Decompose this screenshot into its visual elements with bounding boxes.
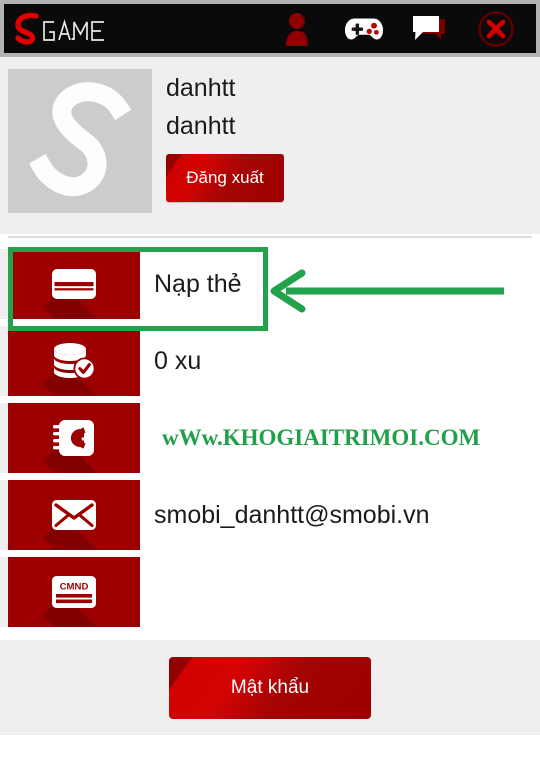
password-button[interactable]: Mật khẩu (169, 656, 371, 719)
profile-display-name: danhtt (166, 74, 236, 102)
address-book-icon-cell (8, 403, 140, 473)
logout-button[interactable]: Đăng xuất (166, 154, 284, 202)
list-item-balance[interactable]: 0 xu (0, 326, 540, 396)
envelope-icon (52, 500, 96, 530)
list-item-id[interactable]: CMND (0, 557, 540, 627)
person-icon[interactable] (278, 9, 318, 49)
balance-body: 0 xu (140, 326, 540, 396)
profile-username: danhtt (166, 112, 236, 140)
credit-card-icon-cell (8, 249, 140, 319)
id-card-icon-cell: CMND (8, 557, 140, 627)
list-item-topup[interactable]: Nạp thẻ (0, 249, 540, 319)
envelope-icon-cell (8, 480, 140, 550)
header-icon-group (278, 4, 532, 53)
profile-section: danhtt danhtt Đăng xuất (0, 57, 540, 234)
list-item-label: 0 xu (154, 346, 202, 375)
avatar[interactable] (8, 69, 152, 213)
list-item-label: wWw.KHOGIAITRIMOI.COM (162, 425, 481, 450)
app-titlebar (0, 0, 540, 57)
list-item-email[interactable]: smobi_danhtt@smobi.vn (0, 480, 540, 550)
account-info-list: Nạp thẻ 0 xu wWw.KHOGIAITRIMOI.COM smobi… (0, 249, 540, 634)
id-card-icon: CMND (52, 576, 96, 608)
app-screen: danhtt danhtt Đăng xuất Nạp thẻ 0 xu wWw… (0, 0, 540, 770)
list-item-contact[interactable]: wWw.KHOGIAITRIMOI.COM (0, 403, 540, 473)
section-divider (8, 236, 532, 238)
sgame-wordmark-icon (15, 12, 104, 45)
gamepad-icon[interactable] (344, 9, 384, 49)
close-circle-icon[interactable] (476, 9, 516, 49)
contact-body: wWw.KHOGIAITRIMOI.COM (140, 403, 540, 473)
email-body: smobi_danhtt@smobi.vn (140, 480, 540, 550)
address-book-icon (53, 420, 94, 456)
coins-check-icon (54, 343, 96, 380)
brand-logo (12, 7, 108, 51)
list-item-label: smobi_danhtt@smobi.vn (154, 500, 430, 529)
avatar-s-logo-icon (29, 82, 132, 197)
topup-body: Nạp thẻ (140, 249, 540, 319)
id-card-caption: CMND (60, 582, 89, 593)
profile-info: danhtt danhtt Đăng xuất (166, 69, 284, 202)
footer-section: Mật khẩu (0, 640, 540, 735)
id-body (140, 557, 540, 627)
credit-card-icon (52, 269, 96, 299)
coins-check-icon-cell (8, 326, 140, 396)
list-item-label: Nạp thẻ (154, 269, 242, 298)
chat-bubble-icon[interactable] (410, 9, 450, 49)
